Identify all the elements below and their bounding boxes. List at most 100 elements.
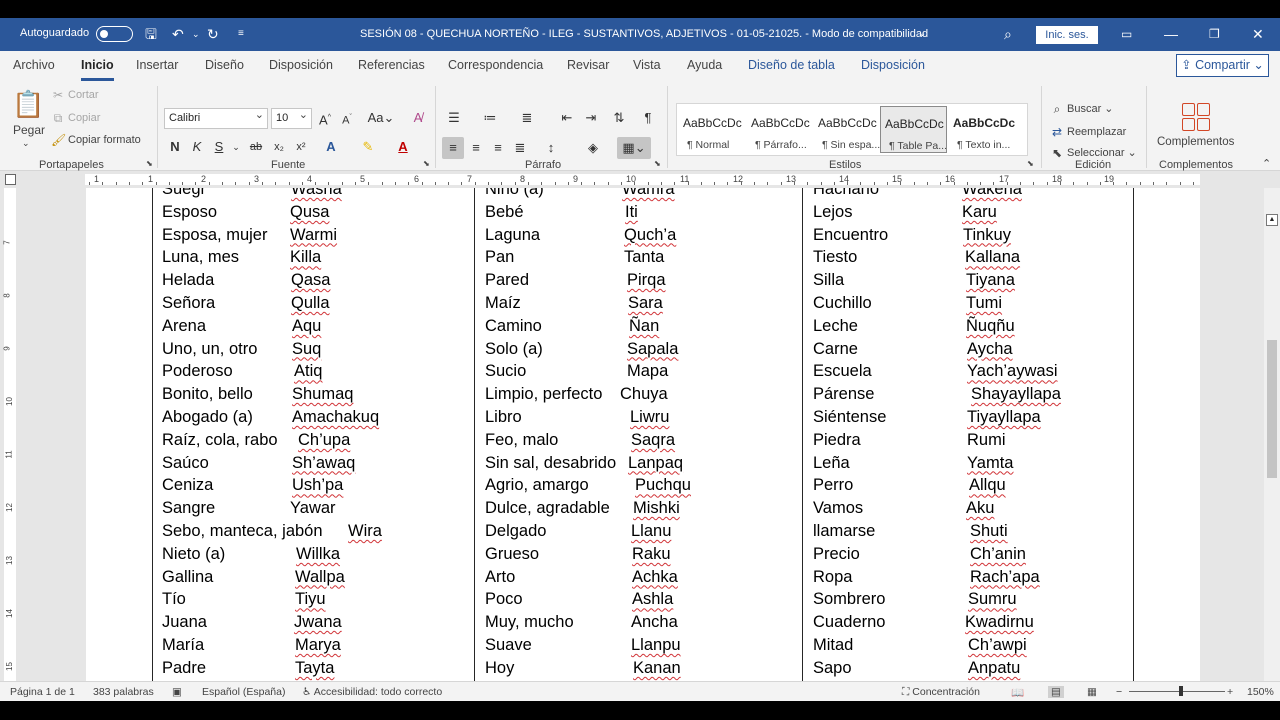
focus-mode[interactable]: ⛶ Concentración (902, 686, 980, 699)
tab-correspondencia[interactable]: Correspondencia (448, 58, 543, 72)
borders-icon[interactable]: ▦⌄ (617, 137, 651, 159)
line-spacing-icon[interactable]: ↕ (540, 137, 562, 159)
clipboard-launcher-icon[interactable]: ⬊ (146, 159, 153, 168)
paste-icon[interactable]: 📋 (12, 89, 44, 120)
underline-dropdown-icon[interactable]: ⌄ (225, 136, 247, 158)
undo-icon[interactable]: ↶ (172, 25, 184, 43)
language[interactable]: Español (España) (202, 686, 285, 698)
subscript-icon[interactable]: x₂ (268, 136, 290, 158)
collapse-ribbon-icon[interactable]: ⌃ (1262, 157, 1271, 170)
zoom-level[interactable]: 150% (1247, 686, 1274, 698)
tab-insertar[interactable]: Insertar (136, 58, 178, 72)
paste-button[interactable]: Pegar (13, 123, 45, 137)
decrease-indent-icon[interactable]: ⇤ (556, 107, 578, 129)
zoom-slider[interactable] (1129, 691, 1225, 692)
tab-disposicion[interactable]: Disposición (269, 58, 333, 72)
tab-archivo[interactable]: Archivo (13, 58, 55, 72)
title-chevron-icon[interactable]: ⌄ (918, 25, 926, 43)
cut-button[interactable]: ✂ Cortar (51, 88, 99, 102)
font-size-combo[interactable]: 10 (271, 106, 312, 129)
font-name-combo[interactable]: Calibri (164, 106, 268, 129)
tab-diseno[interactable]: Diseño (205, 58, 244, 72)
format-painter-button[interactable]: 🖌 Copiar formato (51, 133, 141, 147)
print-layout-icon[interactable]: ▤ (1048, 686, 1064, 698)
tab-revisar[interactable]: Revisar (567, 58, 609, 72)
font-color-icon[interactable]: A (392, 136, 414, 158)
change-case-icon[interactable]: Aa⌄ (366, 107, 396, 129)
align-center-icon[interactable]: ≡ (465, 137, 487, 159)
style-parrafo[interactable]: AaBbCcDc ¶ Párrafo... (747, 106, 814, 153)
sign-in-button[interactable]: Inic. ses. (1036, 26, 1098, 44)
style-sin-espaciado[interactable]: AaBbCcDc ¶ Sin espa... (814, 106, 881, 153)
document-title[interactable]: SESIÓN 08 - QUECHUA NORTEÑO - ILEG - SUS… (360, 28, 928, 40)
shrink-font-icon[interactable]: Aˇ (336, 107, 358, 129)
align-left-icon[interactable]: ≡ (442, 137, 464, 159)
web-layout-icon[interactable]: ▦ (1087, 686, 1097, 698)
font-launcher-icon[interactable]: ⬊ (423, 159, 430, 168)
align-right-icon[interactable]: ≡ (487, 137, 509, 159)
numbering-icon[interactable]: ≔ (479, 107, 501, 129)
ribbon-display-icon[interactable]: ▭ (1121, 25, 1132, 43)
strikethrough-icon[interactable]: ab (245, 136, 267, 158)
minimize-icon[interactable]: — (1164, 25, 1178, 43)
save-icon[interactable]: 🖫 (145, 25, 157, 43)
justify-icon[interactable]: ≣ (509, 137, 531, 159)
document-page[interactable]: Suegr Washa Esposo Qusa Esposa, mujer Warmi Lu… (86, 188, 1200, 681)
paragraph-launcher-icon[interactable]: ⬊ (654, 159, 661, 168)
grow-font-icon[interactable]: A^ (314, 107, 336, 129)
bold-icon[interactable]: N (164, 136, 186, 158)
style-table-paragraph[interactable]: AaBbCcDc ¶ Table Pa... (880, 106, 947, 153)
highlight-icon[interactable]: ✎ (357, 136, 379, 158)
styles-launcher-icon[interactable]: ⬊ (1027, 159, 1034, 168)
share-button[interactable]: ⇪ Compartir ⌄ (1176, 54, 1269, 77)
style-normal[interactable]: AaBbCcDc ¶ Normal (679, 106, 746, 153)
proofing-icon[interactable]: ▣ (172, 686, 182, 698)
clear-formatting-icon[interactable]: A̸ (407, 107, 429, 129)
replace-button[interactable]: ⇄ Reemplazar (1050, 125, 1126, 139)
accessibility[interactable]: ♿ Accesibilidad: todo correcto (302, 686, 442, 698)
paragraph-group-label: Párrafo (525, 159, 562, 171)
select-button[interactable]: ⬉ Seleccionar ⌄ (1050, 146, 1137, 160)
read-mode-icon[interactable]: 📖 (1011, 686, 1024, 699)
undo-dropdown-icon[interactable]: ⌄ (192, 25, 200, 43)
tab-ayuda[interactable]: Ayuda (687, 58, 722, 72)
word-count[interactable]: 383 palabras (93, 686, 154, 698)
tab-referencias[interactable]: Referencias (358, 58, 425, 72)
copy-button[interactable]: ⧉ Copiar (51, 111, 101, 125)
zoom-in-icon[interactable]: + (1227, 686, 1233, 698)
zoom-out-icon[interactable]: − (1116, 686, 1122, 698)
style-texto-independiente[interactable]: AaBbCcDc ¶ Texto in... (949, 106, 1016, 153)
redo-icon[interactable]: ↻ (207, 25, 219, 43)
multilevel-list-icon[interactable]: ≣ (516, 107, 538, 129)
bullets-icon[interactable]: ☰ (443, 107, 465, 129)
search-icon[interactable]: ⌕ (1004, 25, 1012, 43)
sort-icon[interactable]: ⇅ (608, 107, 630, 129)
autosave-toggle[interactable] (96, 26, 133, 42)
addins-button[interactable]: Complementos (1157, 136, 1234, 148)
ruler-bar[interactable]: 1 1 2 3 4 5 6 7 8 9 10 11 12 13 14 15 16 17 18 19 (85, 174, 1200, 185)
shading-icon[interactable]: ◈ (582, 137, 604, 159)
scroll-up-icon[interactable]: ▲ (1266, 214, 1278, 226)
customize-qat-icon[interactable]: ≡ (238, 25, 244, 43)
italic-icon[interactable]: K (186, 136, 208, 158)
tab-vista[interactable]: Vista (633, 58, 661, 72)
zoom-slider-thumb[interactable] (1179, 686, 1183, 696)
superscript-icon[interactable]: x² (290, 136, 312, 158)
tab-inicio[interactable]: Inicio (81, 58, 114, 81)
increase-indent-icon[interactable]: ⇥ (580, 107, 602, 129)
tab-selector[interactable] (5, 174, 16, 185)
close-icon[interactable]: ✕ (1252, 25, 1264, 43)
find-button[interactable]: ⌕ Buscar ⌄ (1050, 102, 1114, 116)
replace-label: Reemplazar (1067, 125, 1127, 138)
paste-dropdown-icon[interactable]: ⌄ (22, 138, 30, 149)
page-count[interactable]: Página 1 de 1 (10, 686, 75, 698)
tab-disposicion-tabla[interactable]: Disposición (861, 58, 925, 72)
tab-diseno-de-tabla[interactable]: Diseño de tabla (748, 58, 835, 72)
spanish-word: Vamos (813, 499, 864, 518)
show-marks-icon[interactable]: ¶ (637, 107, 659, 129)
addins-icon[interactable] (1182, 103, 1210, 131)
scroll-thumb[interactable] (1267, 340, 1277, 478)
text-effects-icon[interactable]: A (320, 136, 342, 158)
restore-icon[interactable]: ❐ (1209, 25, 1220, 43)
vertical-scrollbar[interactable]: ▲ ▼ (1264, 188, 1280, 696)
